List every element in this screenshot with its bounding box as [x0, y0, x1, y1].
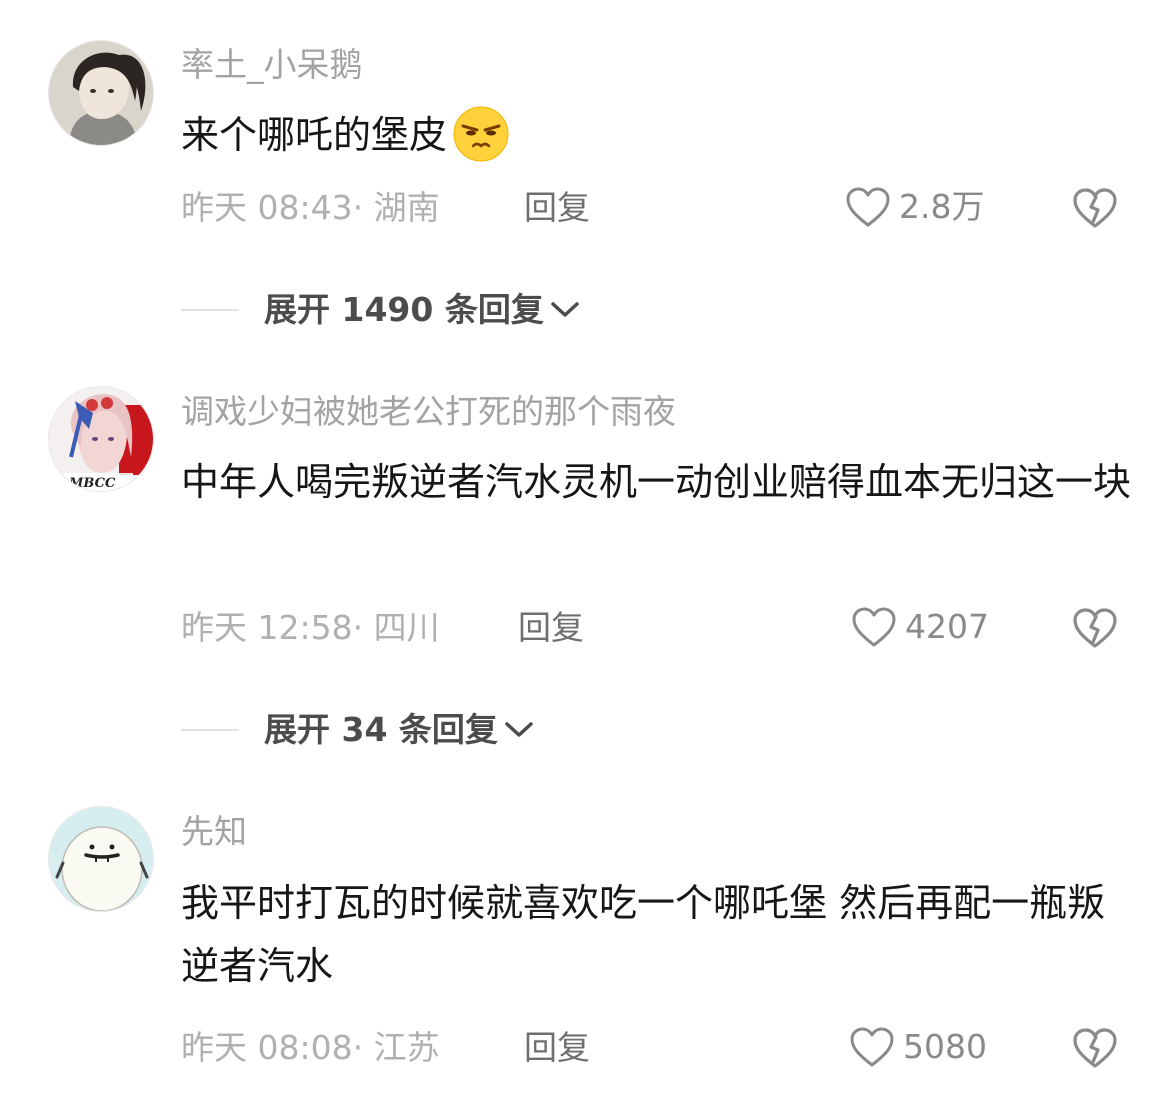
comment-text: 我平时打瓦的时候就喜欢吃一个哪吒堡 然后再配一瓶叛逆者汽水	[181, 872, 1131, 998]
avatar-image	[49, 41, 153, 145]
broken-heart-icon	[1073, 188, 1117, 228]
avatar[interactable]	[48, 806, 154, 912]
like-count: 4207	[905, 607, 989, 646]
dislike-button[interactable]	[1071, 186, 1119, 230]
heart-outline-icon	[850, 1027, 894, 1067]
divider-line	[181, 309, 239, 311]
avatar[interactable]	[48, 40, 154, 146]
expand-replies-label: 展开 1490 条回复	[264, 290, 544, 329]
dislike-button[interactable]	[1071, 1026, 1119, 1070]
comment-text-content: 来个哪吒的堡皮	[181, 113, 448, 157]
heart-outline-icon	[846, 187, 890, 227]
broken-heart-icon	[1073, 608, 1117, 648]
like-button[interactable]: 2.8万	[845, 186, 984, 228]
like-count: 2.8万	[899, 187, 985, 226]
reply-button[interactable]: 回复	[524, 188, 590, 228]
expand-replies-button[interactable]: 展开 34 条回复	[181, 710, 534, 750]
username[interactable]: 先知	[181, 812, 247, 852]
comment-text-content: 中年人喝完叛逆者汽水灵机一动创业赔得血本无归这一块	[181, 460, 1132, 504]
like-button[interactable]: 5080	[849, 1026, 987, 1068]
comment-meta: 昨天 08:08· 江苏	[181, 1028, 440, 1067]
comment-text: 中年人喝完叛逆者汽水灵机一动创业赔得血本无归这一块	[181, 451, 1131, 514]
dislike-button[interactable]	[1071, 606, 1119, 650]
broken-heart-icon	[1073, 1028, 1117, 1068]
like-button[interactable]: 4207	[851, 606, 989, 648]
smirk-face-emoji-icon	[453, 106, 509, 162]
heart-outline-icon	[852, 607, 896, 647]
comment-text: 来个哪吒的堡皮	[181, 104, 1131, 167]
comment-meta: 昨天 12:58· 四川	[181, 608, 440, 647]
like-count: 5080	[903, 1027, 987, 1066]
username[interactable]: 率土_小呆鹅	[181, 45, 363, 85]
comment-text-content: 我平时打瓦的时候就喜欢吃一个哪吒堡 然后再配一瓶叛逆者汽水	[181, 881, 1106, 988]
chevron-down-icon	[551, 302, 579, 317]
reply-button[interactable]: 回复	[518, 608, 584, 648]
comment-meta: 昨天 08:43· 湖南	[181, 188, 440, 227]
avatar-label: MBCC	[68, 476, 116, 491]
divider-line	[181, 729, 239, 731]
chevron-down-icon	[505, 722, 533, 737]
avatar[interactable]: MBCC	[48, 386, 154, 492]
avatar-image	[49, 807, 153, 911]
avatar-image: MBCC	[49, 387, 153, 491]
expand-replies-label: 展开 34 条回复	[264, 710, 498, 749]
expand-replies-button[interactable]: 展开 1490 条回复	[181, 290, 580, 330]
username[interactable]: 调戏少妇被她老公打死的那个雨夜	[181, 392, 676, 432]
reply-button[interactable]: 回复	[524, 1028, 590, 1068]
